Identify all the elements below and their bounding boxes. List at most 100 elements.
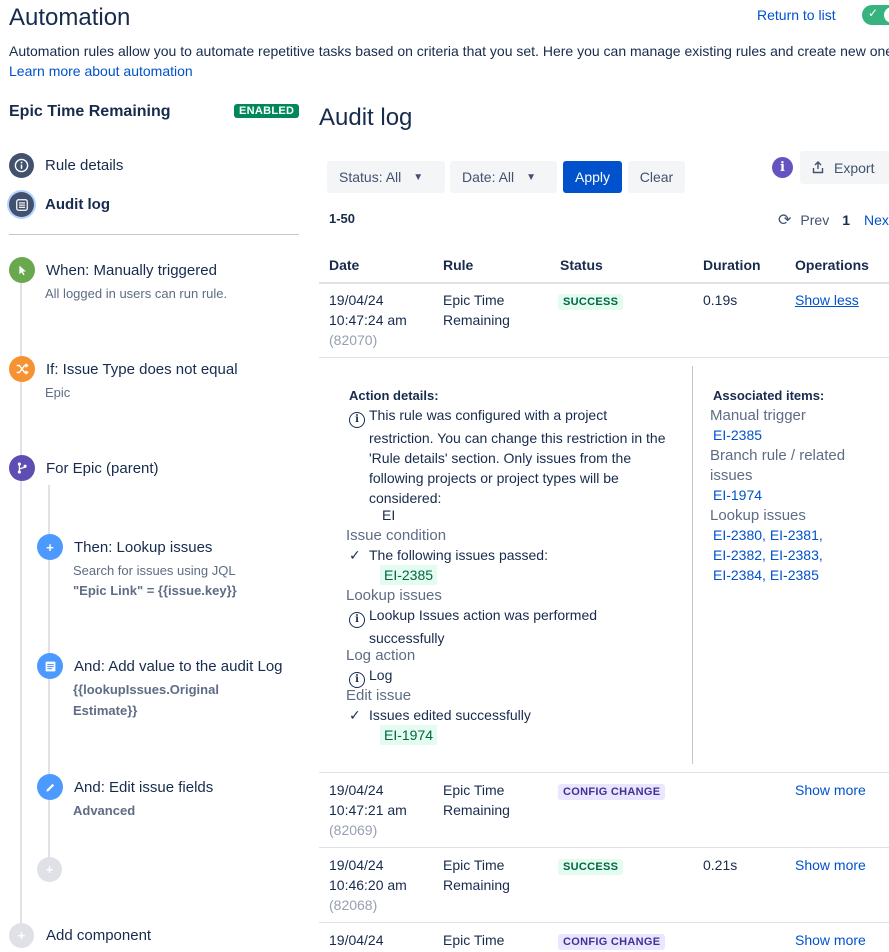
column-header-duration: Duration	[703, 257, 761, 273]
component-edit-issue[interactable]: And: Edit issue fields	[74, 779, 213, 796]
show-more-link[interactable]: Show more	[795, 782, 866, 798]
issue-link[interactable]: EI-2380	[713, 527, 762, 543]
row-rule: Epic Time Remaining	[443, 292, 510, 328]
show-more-link[interactable]: Show more	[795, 857, 866, 873]
component-trigger[interactable]: When: Manually triggered	[46, 262, 217, 279]
edit-issue-label: Edit issue	[346, 687, 412, 704]
edit-message: ✓ Issues edited successfully	[349, 707, 531, 723]
learn-more-link[interactable]: Learn more about automation	[9, 63, 193, 79]
associated-items-heading: Associated items:	[713, 388, 825, 403]
status-filter-label: Status: All	[339, 169, 402, 185]
chevron-down-icon: ▼	[413, 171, 424, 183]
add-component-button[interactable]: Add component	[46, 927, 151, 944]
issue-condition-label: Issue condition	[346, 527, 447, 544]
current-page: 1	[842, 212, 850, 228]
nav-rule-details[interactable]: Rule details	[9, 153, 123, 178]
row-date: 19/04/24	[329, 932, 384, 948]
return-to-list-link[interactable]: Return to list	[757, 7, 836, 23]
chevron-down-icon: ▼	[526, 171, 537, 183]
status-lozenge: CONFIG CHANGE	[558, 784, 666, 800]
lookup-message: i Lookup Issues action was performed succ…	[349, 605, 597, 648]
component-branch[interactable]: For Epic (parent)	[46, 460, 159, 477]
list-icon	[9, 192, 34, 217]
export-button[interactable]: Export	[800, 151, 889, 184]
row-duration: 0.19s	[703, 292, 738, 308]
prev-page[interactable]: Prev	[800, 212, 829, 228]
info-icon: i	[349, 412, 365, 428]
add-branch-component-icon[interactable]: +	[37, 857, 62, 882]
rule-name: Epic Time Remaining	[9, 103, 171, 120]
issue-tag[interactable]: EI-1974	[380, 725, 438, 745]
row-rule: Epic Time Remaining	[443, 782, 510, 818]
log-message: i Log	[349, 665, 392, 688]
status-lozenge: SUCCESS	[558, 859, 624, 875]
check-icon: ✓	[868, 6, 879, 20]
column-header-operations: Operations	[795, 257, 869, 273]
row-duration: 0.21s	[703, 857, 738, 873]
action-details-heading: Action details:	[349, 388, 439, 403]
component-jql: "Epic Link" = {{issue.key}}	[73, 583, 237, 598]
restriction-message: i This rule was configured with a project…	[349, 405, 666, 508]
nav-audit-log[interactable]: Audit log	[9, 192, 110, 217]
plus-icon: +	[9, 923, 34, 948]
show-more-link[interactable]: Show more	[795, 932, 866, 948]
row-divider	[319, 772, 889, 773]
row-rule: Epic Time Remaining	[443, 857, 510, 893]
clear-button[interactable]: Clear	[628, 161, 685, 193]
lookup-issue-links: EI-2380, EI-2381,	[713, 527, 823, 543]
header-divider	[319, 282, 889, 284]
issues-passed: ✓ The following issues passed:	[349, 547, 548, 563]
lookup-issues-label: Lookup issues	[710, 507, 806, 524]
component-lookup[interactable]: Then: Lookup issues	[74, 539, 212, 556]
status-filter[interactable]: Status: All ▼	[327, 161, 445, 193]
component-subtitle: Epic	[45, 385, 71, 400]
cursor-click-icon	[9, 257, 35, 283]
page-title: Automation	[9, 4, 131, 31]
log-action-label: Log action	[346, 647, 416, 664]
issue-link[interactable]: EI-2385	[713, 425, 762, 445]
date-filter[interactable]: Date: All ▼	[450, 161, 557, 193]
apply-button[interactable]: Apply	[563, 161, 622, 193]
issue-link[interactable]: EI-2383	[770, 547, 819, 563]
info-icon: i	[349, 612, 365, 628]
column-header-rule: Rule	[443, 257, 474, 273]
toggle-knob	[884, 7, 889, 23]
branch-icon	[9, 455, 35, 481]
next-page[interactable]: Next	[864, 212, 889, 228]
project-key: EI	[382, 507, 396, 523]
component-condition[interactable]: If: Issue Type does not equal	[46, 361, 238, 378]
info-icon	[9, 153, 34, 178]
component-subtitle: All logged in users can run rule.	[45, 286, 228, 301]
check-icon: ✓	[349, 547, 361, 563]
rule-enabled-toggle[interactable]: ✓	[862, 5, 889, 25]
info-icon[interactable]: i	[772, 157, 793, 178]
component-log-value: Estimate}}	[73, 703, 138, 718]
pencil-icon	[37, 774, 63, 800]
issue-link[interactable]: EI-2381	[770, 527, 819, 543]
status-lozenge: SUCCESS	[558, 294, 624, 310]
component-audit-log[interactable]: And: Add value to the audit Log	[74, 658, 283, 675]
column-header-status: Status	[560, 257, 603, 273]
details-divider	[692, 366, 693, 764]
issue-link[interactable]: EI-2385	[770, 567, 819, 583]
check-icon: ✓	[349, 707, 361, 723]
lookup-issues-label: Lookup issues	[346, 587, 442, 604]
export-label: Export	[834, 159, 875, 176]
refresh-icon[interactable]: ⟳	[778, 210, 791, 230]
show-less-link[interactable]: Show less	[795, 292, 859, 308]
issue-link[interactable]: EI-2384	[713, 567, 762, 583]
nav-divider	[9, 234, 299, 235]
plus-icon: +	[37, 534, 63, 560]
component-log-value: {{lookupIssues.Original	[73, 682, 219, 697]
issue-link[interactable]: EI-2382	[713, 547, 762, 563]
log-icon	[37, 653, 63, 679]
issue-link[interactable]: EI-1974	[713, 485, 762, 505]
column-header-date: Date	[329, 257, 360, 273]
row-divider	[319, 922, 889, 923]
status-lozenge: CONFIG CHANGE	[558, 934, 666, 950]
issue-tag[interactable]: EI-2385	[380, 565, 438, 585]
row-date: 19/04/24 10:47:21 am (82069)	[329, 782, 407, 838]
row-divider	[319, 357, 889, 358]
date-filter-label: Date: All	[462, 169, 515, 185]
row-date: 19/04/24 10:47:24 am (82070)	[329, 292, 407, 348]
